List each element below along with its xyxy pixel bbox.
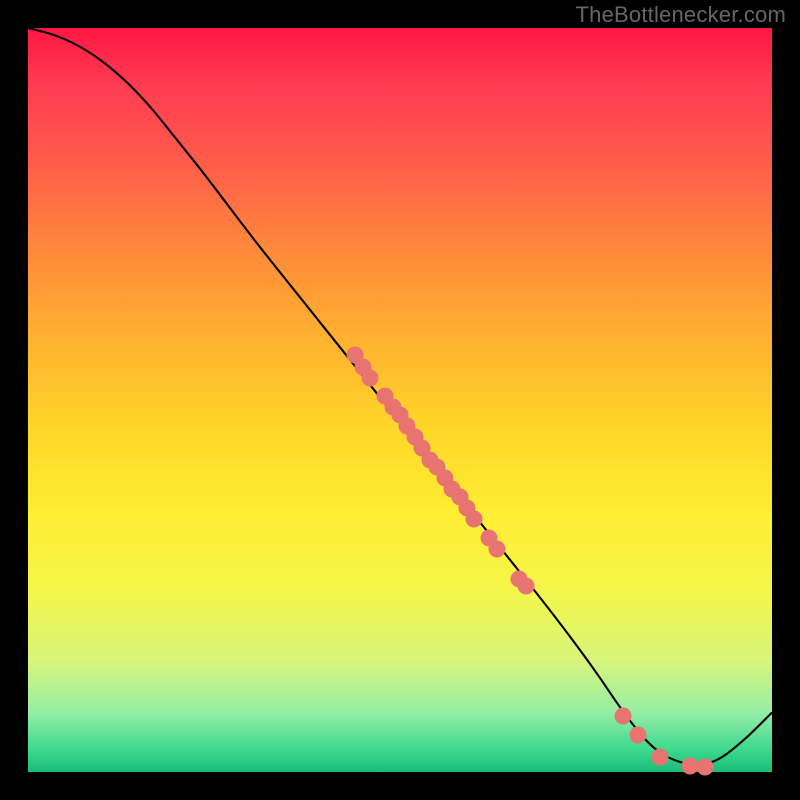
sample-dot xyxy=(466,511,483,528)
sample-dot xyxy=(615,708,632,725)
performance-curve xyxy=(28,28,772,765)
sample-dot xyxy=(488,540,505,557)
sample-dot xyxy=(652,749,669,766)
sample-dot xyxy=(697,758,714,775)
watermark-text: TheBottlenecker.com xyxy=(576,2,786,28)
chart-curve-svg xyxy=(28,28,772,772)
sample-dot xyxy=(362,369,379,386)
sample-dot xyxy=(518,578,535,595)
chart-plot-area xyxy=(28,28,772,772)
sample-dot xyxy=(630,726,647,743)
